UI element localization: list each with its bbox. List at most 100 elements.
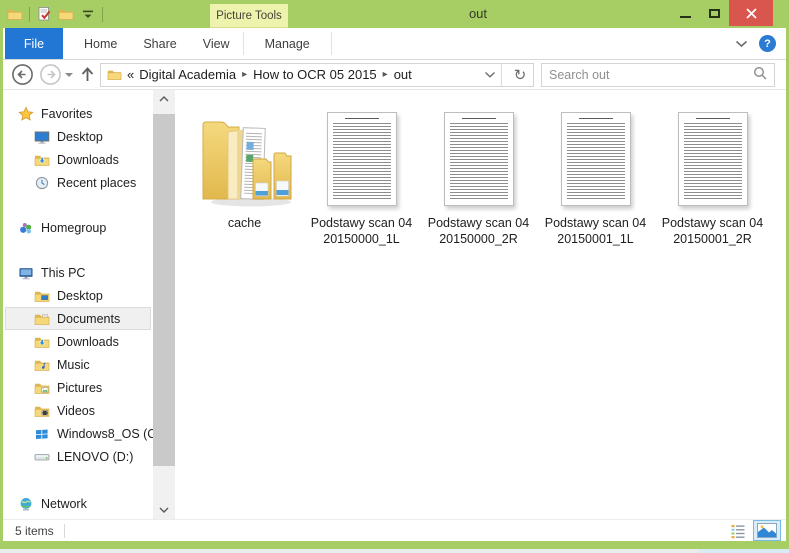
sidebar-item-music[interactable]: Music bbox=[3, 353, 176, 376]
search-input[interactable] bbox=[549, 68, 753, 82]
location-folder-icon[interactable] bbox=[107, 67, 122, 82]
status-divider bbox=[64, 524, 65, 538]
sidebar-item-windows8-os-drive[interactable]: Windows8_OS (C: bbox=[3, 422, 176, 445]
file-label: Podstawy scan 04 20150001_2R bbox=[656, 215, 770, 248]
scroll-up-button[interactable] bbox=[153, 90, 175, 108]
tab-group-separator bbox=[331, 32, 332, 55]
sidebar-item-desktop[interactable]: Desktop bbox=[3, 284, 176, 307]
scroll-down-button[interactable] bbox=[153, 501, 175, 519]
file-item-scan[interactable]: Podstawy scan 04 20150001_2R bbox=[654, 108, 771, 248]
address-bar: « Digital Academia ▸ How to OCR 05 2015 … bbox=[100, 63, 534, 87]
status-bar: 5 items bbox=[3, 519, 786, 541]
sidebar-scrollbar[interactable] bbox=[153, 90, 175, 519]
help-button[interactable]: ? bbox=[759, 35, 776, 52]
sidebar-item-pictures[interactable]: Pictures bbox=[3, 376, 176, 399]
sidebar-label: Downloads bbox=[57, 153, 119, 167]
refresh-button[interactable]: ↻ bbox=[507, 66, 533, 84]
sidebar-item-desktop-favorite[interactable]: Desktop bbox=[3, 125, 176, 148]
file-item-scan[interactable]: Podstawy scan 04 20150001_1L bbox=[537, 108, 654, 248]
details-view-icon bbox=[730, 523, 746, 539]
file-label: Podstawy scan 04 20150001_1L bbox=[539, 215, 653, 248]
qat-customize-icon[interactable] bbox=[80, 6, 96, 22]
sidebar-label: Music bbox=[57, 358, 90, 372]
tab-manage[interactable]: Manage bbox=[244, 28, 331, 59]
close-button[interactable] bbox=[729, 0, 773, 26]
breadcrumb-item[interactable]: out bbox=[394, 67, 412, 82]
sidebar-item-downloads[interactable]: Downloads bbox=[3, 330, 176, 353]
history-dropdown[interactable] bbox=[65, 73, 73, 77]
sidebar-item-documents[interactable]: Documents bbox=[5, 307, 151, 330]
breadcrumb-separator[interactable]: ▸ bbox=[241, 69, 248, 80]
breadcrumb-separator[interactable]: ▸ bbox=[382, 69, 389, 80]
breadcrumb-item[interactable]: How to OCR 05 2015 bbox=[253, 67, 377, 82]
large-icons-view-button[interactable] bbox=[753, 520, 781, 541]
search-icon bbox=[753, 66, 767, 83]
sidebar-item-homegroup[interactable]: Homegroup bbox=[3, 216, 176, 239]
scrollbar-thumb[interactable] bbox=[153, 114, 175, 466]
videos-folder-icon bbox=[34, 403, 50, 419]
file-item-scan[interactable]: Podstawy scan 04 20150000_1L bbox=[303, 108, 420, 248]
downloads-folder-icon bbox=[34, 334, 50, 350]
sidebar-label: Desktop bbox=[57, 130, 103, 144]
chevron-down-icon bbox=[735, 40, 748, 48]
desktop-sliver-highlight bbox=[699, 549, 789, 553]
sidebar-item-recent-places[interactable]: Recent places bbox=[3, 171, 176, 194]
sidebar-label: Downloads bbox=[57, 335, 119, 349]
picture-tools-contextual-header[interactable]: Picture Tools bbox=[210, 4, 288, 28]
tab-home[interactable]: Home bbox=[71, 28, 130, 59]
sidebar-item-network[interactable]: Network bbox=[3, 492, 176, 515]
sidebar-item-downloads-favorite[interactable]: Downloads bbox=[3, 148, 176, 171]
address-dropdown-button[interactable] bbox=[484, 71, 496, 79]
breadcrumb-item[interactable]: Digital Academia bbox=[139, 67, 236, 82]
file-item-scan[interactable]: Podstawy scan 04 20150000_2R bbox=[420, 108, 537, 248]
file-label: Podstawy scan 04 20150000_1L bbox=[305, 215, 419, 248]
network-icon bbox=[18, 496, 34, 512]
tab-view[interactable]: View bbox=[190, 28, 243, 59]
sidebar-label: Desktop bbox=[57, 289, 103, 303]
document-thumbnail bbox=[678, 112, 748, 206]
desktop-folder-icon bbox=[34, 288, 50, 304]
navigation-bar: « Digital Academia ▸ How to OCR 05 2015 … bbox=[3, 60, 786, 90]
document-thumbnail bbox=[561, 112, 631, 206]
minimize-button[interactable] bbox=[671, 0, 700, 26]
breadcrumb-overflow[interactable]: « bbox=[127, 67, 134, 82]
sidebar-item-favorites[interactable]: Favorites bbox=[3, 102, 176, 125]
sidebar-item-lenovo-drive[interactable]: LENOVO (D:) bbox=[3, 445, 176, 468]
desktop-sliver bbox=[0, 549, 789, 553]
tab-share[interactable]: Share bbox=[130, 28, 189, 59]
sidebar-label: Pictures bbox=[57, 381, 102, 395]
sidebar-label: Windows8_OS (C: bbox=[57, 427, 160, 441]
ribbon-tab-bar: File Home Share View Manage ? bbox=[3, 28, 786, 60]
properties-icon[interactable] bbox=[36, 6, 52, 22]
chevron-down-icon bbox=[159, 507, 169, 513]
qat-separator bbox=[29, 7, 30, 22]
maximize-button[interactable] bbox=[700, 0, 729, 26]
file-item-cache[interactable]: cache bbox=[186, 108, 303, 231]
pictures-folder-icon bbox=[34, 380, 50, 396]
maximize-icon bbox=[709, 9, 720, 18]
sidebar-label: Videos bbox=[57, 404, 95, 418]
file-tab[interactable]: File bbox=[5, 28, 63, 59]
new-folder-icon[interactable] bbox=[58, 6, 74, 22]
explorer-window: Picture Tools out File Home Share View M… bbox=[0, 0, 789, 553]
window-title: out bbox=[438, 6, 518, 21]
disk-drive-icon bbox=[34, 449, 50, 465]
sidebar-label: Recent places bbox=[57, 176, 136, 190]
details-view-button[interactable] bbox=[727, 521, 749, 541]
window-frame: File Home Share View Manage ? « Digital … bbox=[0, 28, 789, 549]
back-button[interactable] bbox=[11, 63, 34, 86]
sidebar-label: Favorites bbox=[41, 107, 92, 121]
quick-access-toolbar bbox=[0, 6, 103, 22]
up-button[interactable] bbox=[80, 66, 95, 83]
address-divider bbox=[501, 64, 502, 86]
file-label: cache bbox=[228, 215, 261, 231]
forward-button[interactable] bbox=[39, 63, 62, 86]
sidebar-label: Homegroup bbox=[41, 221, 106, 235]
sidebar-item-videos[interactable]: Videos bbox=[3, 399, 176, 422]
window-folder-icon[interactable] bbox=[7, 6, 23, 22]
music-folder-icon bbox=[34, 357, 50, 373]
scrollbar-track[interactable] bbox=[153, 108, 175, 501]
thumbnail-view-icon bbox=[757, 523, 777, 538]
ribbon-collapse-button[interactable] bbox=[735, 40, 748, 48]
sidebar-item-this-pc[interactable]: This PC bbox=[3, 261, 176, 284]
